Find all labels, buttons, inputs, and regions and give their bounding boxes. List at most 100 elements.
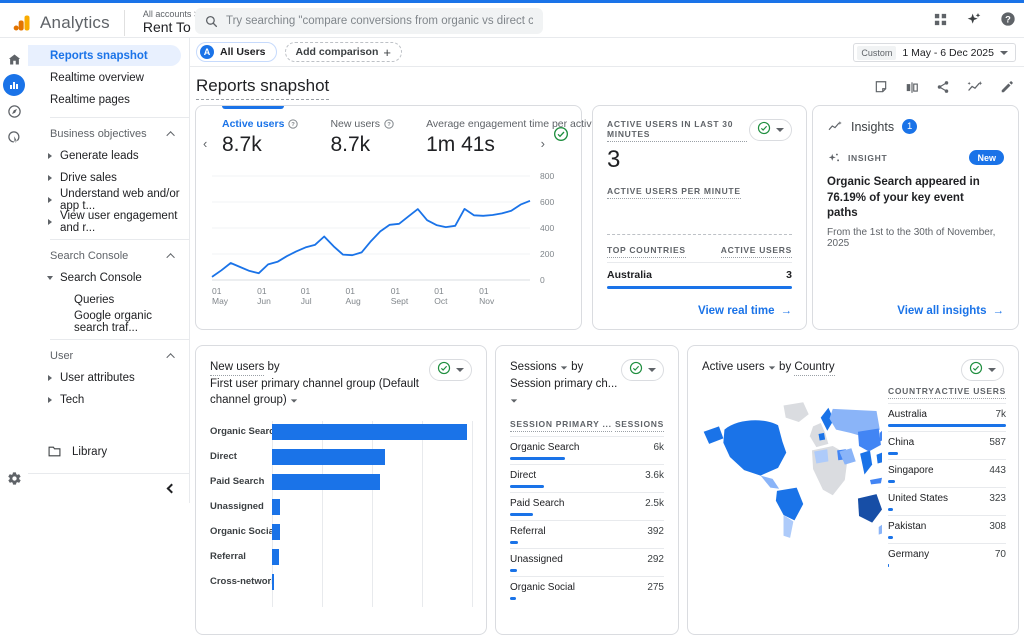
bar[interactable] <box>272 574 274 590</box>
row-bar <box>510 457 565 460</box>
compare-icon[interactable] <box>905 80 919 94</box>
sidebar-item-realtime-pages[interactable]: Realtime pages <box>28 89 189 110</box>
users-per-minute-chart <box>607 207 792 235</box>
search-input[interactable] <box>226 15 533 27</box>
info-icon: ? <box>288 119 298 129</box>
view-all-insights-link[interactable]: View all insights → <box>897 305 1004 317</box>
map-region-north-america <box>723 420 786 475</box>
sidebar-item-generate-leads[interactable]: Generate leads <box>28 145 189 166</box>
dimension-selector[interactable]: Country <box>794 361 834 376</box>
country-bar <box>607 286 792 289</box>
nav-home[interactable] <box>0 46 28 72</box>
scorecard-tab-0[interactable]: Active users?8.7k <box>222 118 298 157</box>
expand-arrow-icon <box>48 153 52 159</box>
row-bar <box>888 452 898 455</box>
bar-row: Unassigned <box>210 496 472 517</box>
all-users-chip[interactable]: A All Users <box>196 42 277 62</box>
date-range-picker[interactable]: Custom 1 May - 6 Dec 2025 <box>853 43 1016 62</box>
apps-grid-icon[interactable] <box>933 12 948 27</box>
sidebar-item-label: Queries <box>74 294 114 306</box>
bar[interactable] <box>272 424 467 440</box>
data-quality-dropdown[interactable] <box>621 359 664 381</box>
svg-text:?: ? <box>292 122 296 128</box>
data-quality-dropdown[interactable] <box>749 119 792 141</box>
svg-text:01: 01 <box>257 286 267 296</box>
sidebar-item-drive-sales[interactable]: Drive sales <box>28 167 189 188</box>
row-label: Singapore <box>888 465 934 476</box>
nav-reports[interactable] <box>0 72 28 98</box>
sidebar-item-library[interactable]: Library <box>28 441 189 462</box>
new-users-by-channel-card: New users by First user primary channel … <box>195 345 487 635</box>
metric-selector[interactable]: Active users <box>702 361 779 373</box>
svg-text:Jun: Jun <box>257 296 271 306</box>
metric-selector[interactable]: Sessions <box>510 361 571 373</box>
bar[interactable] <box>272 549 279 565</box>
bar[interactable] <box>272 474 380 490</box>
sidebar-section-user[interactable]: User <box>28 346 189 366</box>
insight-message[interactable]: Organic Search appeared in 76.19% of you… <box>827 175 1004 222</box>
nav-rail <box>0 38 28 503</box>
gemini-sparkle-icon[interactable] <box>966 11 982 27</box>
insights-icon[interactable] <box>967 80 983 94</box>
divider <box>50 117 189 118</box>
sidebar-item-understand-web-and-or-app-t[interactable]: Understand web and/or app t... <box>28 189 189 210</box>
explore-icon <box>7 104 22 119</box>
table-row: Referral392 <box>510 520 664 544</box>
dimension-selector[interactable]: First user primary channel group (Defaul… <box>210 378 419 407</box>
bar-label: Cross-network <box>210 576 272 587</box>
country-name: Australia <box>607 269 652 281</box>
sidebar-item-user-attributes[interactable]: User attributes <box>28 367 189 388</box>
svg-text:0: 0 <box>540 275 545 285</box>
check-circle-icon <box>437 361 451 375</box>
admin-settings[interactable] <box>0 465 28 491</box>
sidebar-item-google-organic-search-traf[interactable]: Google organic search traf... <box>28 311 189 332</box>
collapse-sidebar-button[interactable] <box>28 473 189 503</box>
table-row: Singapore443 <box>888 459 1006 483</box>
map-region-new-zealand <box>879 525 882 535</box>
row-bar <box>888 480 895 483</box>
sidebar-section-business-objectives[interactable]: Business objectives <box>28 124 189 144</box>
sidebar-item-realtime-overview[interactable]: Realtime overview <box>28 67 189 88</box>
carousel-prev-button[interactable]: ‹ <box>203 136 207 151</box>
row-value: 275 <box>647 582 664 593</box>
chevron-up-icon <box>166 253 174 261</box>
app-bar: Analytics All accounts > Rent To Own Ren… <box>0 3 1024 38</box>
scorecard-tab-2[interactable]: Average engagement time per active us1m … <box>426 118 611 157</box>
row-bar <box>510 541 518 544</box>
bar[interactable] <box>272 449 385 465</box>
nav-explore[interactable] <box>0 98 28 124</box>
table-row: Organic Social275 <box>510 576 664 600</box>
scorecard-tab-1[interactable]: New users?8.7k <box>330 118 394 157</box>
bar[interactable] <box>272 524 280 540</box>
search-bar[interactable] <box>195 8 543 34</box>
insights-title: Insights <box>851 120 894 134</box>
sidebar-item-queries[interactable]: Queries <box>28 289 189 310</box>
sidebar-item-search-console[interactable]: Search Console <box>28 267 189 288</box>
dimension-selector[interactable]: Session primary ch... <box>510 378 617 407</box>
bar-label: Paid Search <box>210 476 272 487</box>
note-icon[interactable] <box>874 80 888 94</box>
view-real-time-link[interactable]: View real time → <box>698 305 792 317</box>
data-quality-dropdown[interactable] <box>961 359 1004 381</box>
nav-advertising[interactable] <box>0 124 28 150</box>
sidebar-item-label: Realtime pages <box>50 94 130 106</box>
add-comparison-button[interactable]: Add comparison + <box>285 42 402 62</box>
svg-text:Nov: Nov <box>479 296 495 306</box>
sidebar-item-view-user-engagement-and-r[interactable]: View user engagement and r... <box>28 211 189 232</box>
help-icon[interactable]: ? <box>1000 11 1016 27</box>
chevron-down-icon <box>1000 51 1008 55</box>
share-icon[interactable] <box>936 80 950 94</box>
row-label: Pakistan <box>888 521 926 532</box>
chevron-down-icon <box>561 366 567 369</box>
page-title[interactable]: Reports snapshot <box>196 76 329 100</box>
insight-period: From the 1st to the 30th of November, 20… <box>827 227 1004 249</box>
col-top-countries: TOP COUNTRIES <box>607 245 686 258</box>
edit-icon[interactable] <box>1000 80 1014 94</box>
data-quality-icon[interactable] <box>553 126 569 147</box>
active-users-by-country-card: Active users by Country <box>687 345 1019 635</box>
sidebar-section-search-console[interactable]: Search Console <box>28 246 189 266</box>
data-quality-dropdown[interactable] <box>429 359 472 381</box>
sidebar-item-reports-snapshot[interactable]: Reports snapshot <box>28 45 181 66</box>
sidebar-item-tech[interactable]: Tech <box>28 389 189 410</box>
bar[interactable] <box>272 499 280 515</box>
